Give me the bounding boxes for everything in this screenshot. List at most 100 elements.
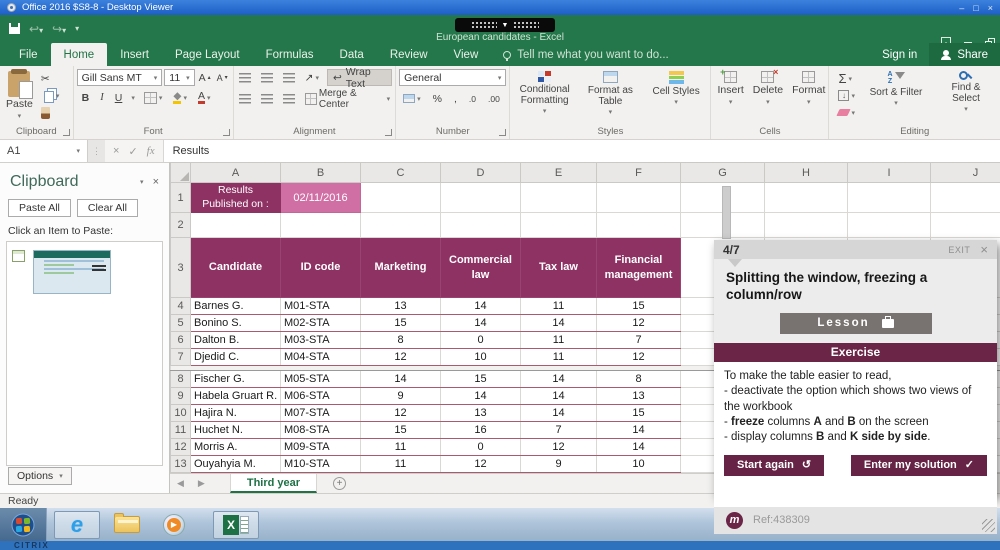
new-sheet-icon[interactable]: + xyxy=(333,477,346,490)
autosum-button[interactable]: Σ▾ xyxy=(836,70,857,87)
font-color-button[interactable]: A▾ xyxy=(196,89,213,106)
cell[interactable]: 10 xyxy=(171,405,191,422)
cell[interactable]: M06-STA xyxy=(281,388,361,405)
cut-button[interactable]: ✂ xyxy=(39,70,62,87)
cell[interactable]: 12 xyxy=(521,439,597,456)
insert-cells-button[interactable]: + Insert ▾ xyxy=(714,69,746,109)
cell[interactable]: Huchet N. xyxy=(191,422,281,439)
name-box-dropdown-icon[interactable]: ▾ xyxy=(76,147,80,155)
table-header-candidate[interactable]: Candidate xyxy=(191,238,281,298)
cell[interactable]: 8 xyxy=(597,371,681,388)
cell[interactable]: Morris A. xyxy=(191,439,281,456)
clear-button[interactable]: ▾ xyxy=(836,104,857,121)
align-bottom-button[interactable] xyxy=(281,69,297,86)
align-right-button[interactable] xyxy=(281,90,297,107)
tab-insert[interactable]: Insert xyxy=(107,43,162,66)
col-header-j[interactable]: J xyxy=(931,163,1000,183)
decrease-decimal-button[interactable]: .00 xyxy=(486,90,502,107)
sort-filter-button[interactable]: AZ Sort & Filter ▾ xyxy=(865,69,927,110)
cell[interactable] xyxy=(361,183,441,213)
accounting-format-button[interactable]: ▾ xyxy=(401,90,423,107)
cell[interactable]: M08-STA xyxy=(281,422,361,439)
col-header-i[interactable]: I xyxy=(848,163,931,183)
cell[interactable]: 14 xyxy=(521,315,597,332)
cell[interactable]: 12 xyxy=(361,349,441,366)
number-format-combo[interactable]: General▾ xyxy=(399,69,506,86)
taskbar-file-explorer[interactable] xyxy=(107,511,147,539)
cell[interactable] xyxy=(848,183,931,213)
col-header-d[interactable]: D xyxy=(441,163,521,183)
cell[interactable]: 13 xyxy=(597,388,681,405)
select-all-corner[interactable] xyxy=(171,163,191,183)
tab-home[interactable]: Home xyxy=(51,43,108,66)
borders-button[interactable]: ▾ xyxy=(142,89,165,106)
cell[interactable]: 15 xyxy=(361,315,441,332)
cell[interactable]: M09-STA xyxy=(281,439,361,456)
cell[interactable]: 14 xyxy=(521,388,597,405)
cell[interactable] xyxy=(521,183,597,213)
align-top-button[interactable] xyxy=(237,69,253,86)
cell[interactable]: 13 xyxy=(441,405,521,422)
table-header-financial-management[interactable]: Financial management xyxy=(597,238,681,298)
cell[interactable]: 7 xyxy=(597,332,681,349)
cell[interactable] xyxy=(931,213,1000,238)
delete-cells-button[interactable]: × Delete ▾ xyxy=(750,69,786,109)
copy-button[interactable]: ▾ xyxy=(39,87,62,104)
fill-button[interactable]: ↓▾ xyxy=(836,87,857,104)
bold-button[interactable]: B xyxy=(80,89,92,106)
row-header-3[interactable]: 3 xyxy=(171,238,191,298)
align-center-button[interactable] xyxy=(259,90,275,107)
col-header-h[interactable]: H xyxy=(765,163,848,183)
cell-styles-button[interactable]: Cell Styles ▾ xyxy=(645,69,707,109)
resize-handle[interactable] xyxy=(982,519,995,532)
cell[interactable]: 6 xyxy=(171,332,191,349)
cell[interactable]: Dalton B. xyxy=(191,332,281,349)
formula-input[interactable]: Results xyxy=(164,140,1000,162)
cell[interactable]: M10-STA xyxy=(281,456,361,473)
comma-style-button[interactable]: , xyxy=(452,90,459,107)
table-header-id-code[interactable]: ID code xyxy=(281,238,361,298)
format-painter-button[interactable] xyxy=(39,104,62,121)
align-left-button[interactable] xyxy=(237,90,253,107)
clipboard-dialog-launcher[interactable] xyxy=(63,129,70,136)
cell[interactable]: 15 xyxy=(597,405,681,422)
row-header-2[interactable]: 2 xyxy=(171,213,191,238)
col-header-c[interactable]: C xyxy=(361,163,441,183)
grow-font-button[interactable]: A▴ xyxy=(197,69,213,86)
cell[interactable]: Ouyahyia M. xyxy=(191,456,281,473)
fill-color-button[interactable]: ◆▾ xyxy=(171,89,189,106)
cell[interactable]: 10 xyxy=(441,349,521,366)
orientation-button[interactable]: ↗▾ xyxy=(303,69,321,86)
cell[interactable]: 11 xyxy=(521,349,597,366)
cell[interactable]: 11 xyxy=(361,456,441,473)
taskbar-excel[interactable]: X xyxy=(213,511,259,539)
percent-style-button[interactable]: % xyxy=(431,90,444,107)
start-button[interactable] xyxy=(0,508,47,541)
cell-a1[interactable]: Results Published on : xyxy=(191,183,281,213)
enter-my-solution-button[interactable]: Enter my solution ✓ xyxy=(851,455,987,476)
cell[interactable] xyxy=(765,213,848,238)
clipboard-item-thumbnail[interactable] xyxy=(33,250,111,294)
cell[interactable]: 7 xyxy=(521,422,597,439)
clipboard-options-button[interactable]: Options ▾ xyxy=(8,467,72,485)
cell[interactable]: 12 xyxy=(361,405,441,422)
start-again-button[interactable]: Start again ↺ xyxy=(724,455,824,476)
cell[interactable]: 5 xyxy=(171,315,191,332)
cell[interactable]: 15 xyxy=(597,298,681,315)
cell[interactable]: 14 xyxy=(441,388,521,405)
font-size-combo[interactable]: 11▾ xyxy=(164,69,194,86)
cell[interactable]: 8 xyxy=(361,332,441,349)
sheet-nav-left-icon[interactable]: ◀ xyxy=(170,478,191,489)
cell[interactable]: Bonino S. xyxy=(191,315,281,332)
cell[interactable]: Habela Gruart R. xyxy=(191,388,281,405)
viewer-maximize-button[interactable]: □ xyxy=(973,3,978,13)
cell[interactable]: 14 xyxy=(597,422,681,439)
col-header-a[interactable]: A xyxy=(191,163,281,183)
cell[interactable]: 13 xyxy=(171,456,191,473)
cell[interactable]: Djedid C. xyxy=(191,349,281,366)
formula-bar-grip[interactable]: ⋮ xyxy=(88,146,105,157)
cell[interactable]: 14 xyxy=(597,439,681,456)
cell[interactable]: 9 xyxy=(361,388,441,405)
format-cells-button[interactable]: Format ▾ xyxy=(789,69,828,109)
font-name-combo[interactable]: Gill Sans MT▾ xyxy=(77,69,163,86)
